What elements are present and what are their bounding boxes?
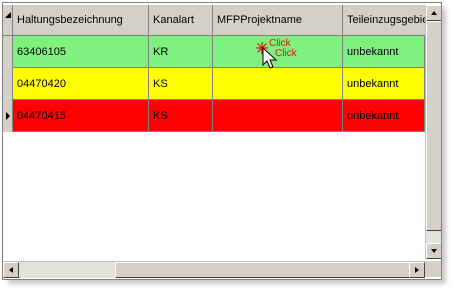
cell-haltungsbezeichnung[interactable]: 04470420 (13, 68, 149, 100)
row-indicator[interactable] (3, 100, 13, 132)
scroll-down-button[interactable] (426, 243, 441, 259)
grid-header: Haltungsbezeichnung Kanalart MFPProjektn… (3, 5, 441, 36)
cell-teileinzugsgebiet[interactable]: unbekannt (343, 100, 425, 132)
scroll-up-button[interactable] (426, 5, 441, 21)
mouse-cursor-icon (262, 47, 278, 69)
scrollbar-corner (425, 261, 441, 277)
column-header-mfpprojektname[interactable]: MFPProjektname (213, 5, 343, 35)
horizontal-scroll-thumb[interactable] (115, 262, 415, 278)
scroll-right-button[interactable] (409, 262, 425, 278)
cell-kanalart[interactable]: KS (149, 68, 213, 100)
table-row[interactable]: 04470415 KS unbekannt (3, 100, 425, 132)
row-indicator[interactable] (3, 36, 13, 68)
vertical-scrollbar[interactable] (425, 5, 441, 259)
horizontal-scrollbar[interactable] (3, 261, 425, 278)
arrow-down-icon (431, 249, 437, 253)
cell-haltungsbezeichnung[interactable]: 04470415 (13, 100, 149, 132)
arrow-left-icon (9, 267, 13, 273)
column-header-haltungsbezeichnung[interactable]: Haltungsbezeichnung (13, 5, 149, 35)
cell-mfpprojektname[interactable] (213, 100, 343, 132)
cell-teileinzugsgebiet[interactable]: unbekannt (343, 36, 425, 68)
row-pointer-icon (6, 112, 10, 120)
column-header-teileinzugsgebiet[interactable]: Teileinzugsgebiet (343, 5, 433, 35)
table-row[interactable]: 63406105 KR unbekannt (3, 36, 425, 68)
arrow-up-icon (431, 11, 437, 15)
data-grid: Haltungsbezeichnung Kanalart MFPProjektn… (2, 2, 442, 280)
cell-teileinzugsgebiet[interactable]: unbekannt (343, 68, 425, 100)
cell-kanalart[interactable]: KR (149, 36, 213, 68)
column-header-kanalart[interactable]: Kanalart (149, 5, 213, 35)
arrow-right-icon (415, 267, 419, 273)
click-indicator: Click Click (255, 39, 315, 75)
table-row[interactable]: 04470420 KS unbekannt (3, 68, 425, 100)
row-indicator[interactable] (3, 68, 13, 100)
scroll-left-button[interactable] (3, 262, 19, 278)
vertical-scroll-thumb[interactable] (426, 21, 441, 231)
header-indicator (3, 5, 13, 35)
cell-kanalart[interactable]: KS (149, 100, 213, 132)
sort-triangle-icon (5, 12, 11, 18)
cell-haltungsbezeichnung[interactable]: 63406105 (13, 36, 149, 68)
